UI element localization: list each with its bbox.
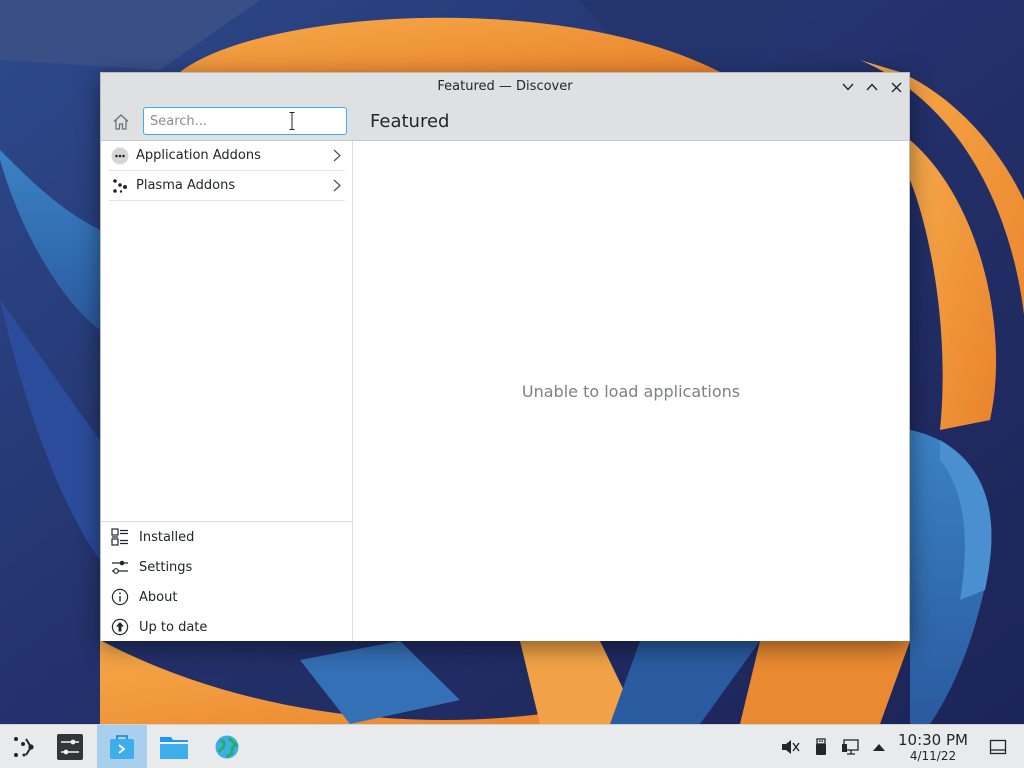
sidebar-item-plasma-addons[interactable]: Plasma Addons <box>109 171 345 201</box>
close-icon <box>891 82 901 92</box>
page-title: Featured <box>370 111 450 132</box>
window-title: Featured — Discover <box>437 79 573 94</box>
sidebar-item-label: Installed <box>139 529 195 545</box>
search-input[interactable] <box>143 107 347 135</box>
sidebar-item-label: Up to date <box>139 619 208 635</box>
sidebar-bottom-actions: Installed Settings About Up to date <box>101 521 352 641</box>
taskbar-discover[interactable] <box>97 725 147 768</box>
chevron-down-icon <box>842 83 854 91</box>
system-settings-icon <box>57 734 83 760</box>
sidebar-item-up-to-date[interactable]: Up to date <box>111 612 341 642</box>
chevron-right-icon <box>333 149 341 162</box>
sidebar: Application Addons Plasma Addons Install… <box>101 141 353 641</box>
maximize-button[interactable] <box>863 78 881 96</box>
chevron-right-icon <box>333 179 341 192</box>
minimize-button[interactable] <box>839 78 857 96</box>
plasma-dots-icon <box>111 177 129 195</box>
discover-icon <box>110 735 134 759</box>
sidebar-item-label: Plasma Addons <box>136 178 236 193</box>
info-icon <box>111 588 129 606</box>
clock[interactable]: 10:30 PM 4/11/22 <box>892 731 974 764</box>
close-button[interactable] <box>887 78 905 96</box>
sidebar-item-label: About <box>139 589 178 605</box>
update-arrow-icon <box>111 618 129 636</box>
chevron-up-icon <box>866 83 878 91</box>
window-titlebar[interactable]: Featured — Discover <box>101 73 909 101</box>
taskbar-web-browser[interactable] <box>205 725 249 768</box>
text-cursor-icon <box>289 112 295 130</box>
empty-state-message: Unable to load applications <box>521 382 741 401</box>
settings-sliders-icon <box>111 558 129 576</box>
network-wired-icon[interactable] <box>841 737 861 757</box>
more-dots-icon <box>111 147 129 165</box>
taskbar: 10:30 PM 4/11/22 <box>0 724 1024 768</box>
home-icon <box>113 114 129 130</box>
volume-muted-icon[interactable] <box>780 737 800 757</box>
globe-icon <box>215 735 239 759</box>
folder-icon <box>160 737 188 759</box>
show-desktop-icon[interactable] <box>988 737 1008 757</box>
main-content: Unable to load applications <box>353 141 909 641</box>
clock-time: 10:30 PM <box>898 731 968 749</box>
sidebar-item-installed[interactable]: Installed <box>111 522 341 552</box>
taskbar-file-manager[interactable] <box>152 725 196 768</box>
tray-expand-arrow-icon[interactable] <box>869 737 889 757</box>
clock-date: 4/11/22 <box>909 749 957 763</box>
home-button[interactable] <box>110 111 132 133</box>
launcher-icon <box>14 737 34 757</box>
sidebar-item-label: Application Addons <box>136 148 261 163</box>
sidebar-item-settings[interactable]: Settings <box>111 552 341 582</box>
sidebar-item-about[interactable]: About <box>111 582 341 612</box>
usb-device-icon[interactable] <box>811 737 831 757</box>
discover-window: Featured — Discover Featured Application… <box>100 72 910 641</box>
taskbar-system-settings[interactable] <box>48 725 92 768</box>
toolbar: Featured <box>101 101 909 141</box>
sidebar-item-label: Settings <box>139 559 193 575</box>
sidebar-item-application-addons[interactable]: Application Addons <box>109 141 345 171</box>
installed-list-icon <box>111 528 129 546</box>
app-launcher-button[interactable] <box>4 725 44 768</box>
